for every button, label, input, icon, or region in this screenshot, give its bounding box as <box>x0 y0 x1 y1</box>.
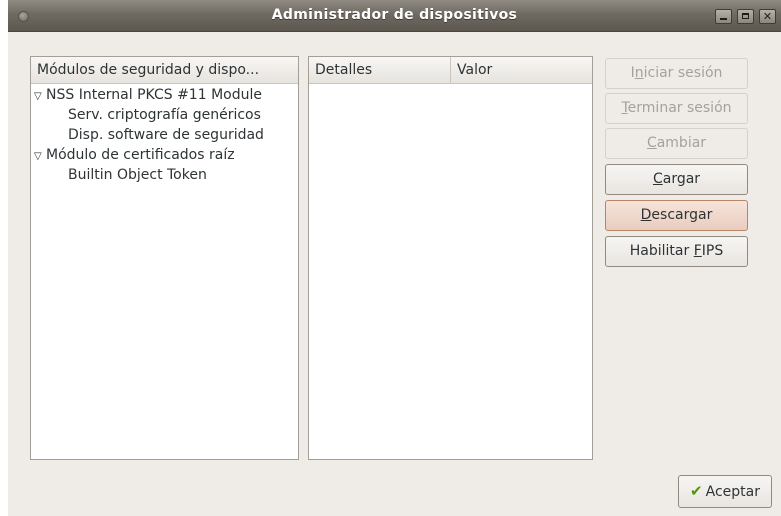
load-button[interactable]: Cargar <box>605 164 748 195</box>
load-mnemonic: C <box>652 171 663 187</box>
value-column-header[interactable]: Valor <box>451 57 592 84</box>
minimize-icon[interactable] <box>715 9 732 24</box>
device-manager-window: Administrador de dispositivos ✕ Módulos … <box>8 0 781 516</box>
tree-item-crypto-services[interactable]: Serv. criptografía genéricos <box>31 105 298 125</box>
titlebar[interactable]: Administrador de dispositivos ✕ <box>8 0 781 32</box>
fips-label-pre: Habilitar <box>629 243 694 259</box>
change-password-mnemonic: C <box>646 135 657 151</box>
tree-item-label: Módulo de certificados raíz <box>46 147 235 163</box>
maximize-icon[interactable] <box>737 9 754 24</box>
expander-open-icon[interactable]: ▽ <box>34 87 43 107</box>
login-mnemonic: n <box>634 65 644 81</box>
close-icon[interactable]: ✕ <box>759 9 776 24</box>
unload-label-post: escargar <box>651 207 713 223</box>
logout-button[interactable]: Terminar sesión <box>605 93 748 124</box>
login-label-post: iciar sesión <box>643 65 723 81</box>
window-title: Administrador de dispositivos <box>271 7 518 23</box>
logout-label-post: erminar sesión <box>627 100 732 116</box>
tree-item-root-certs[interactable]: ▽ Módulo de certificados raíz <box>31 145 298 165</box>
details-panel[interactable]: Detalles Valor <box>308 56 593 460</box>
enable-fips-button[interactable]: Habilitar FIPS <box>605 236 748 267</box>
unload-mnemonic: D <box>640 207 652 223</box>
modules-tree-panel[interactable]: Módulos de seguridad y dispo... ▽ NSS Int… <box>30 56 299 460</box>
tree-item-label: NSS Internal PKCS #11 Module <box>46 87 262 103</box>
login-button[interactable]: Iniciar sesión <box>605 58 748 89</box>
change-password-button[interactable]: Cambiar contraseña <box>605 128 748 180</box>
modules-tree[interactable]: ▽ NSS Internal PKCS #11 Module Serv. crip… <box>31 85 298 185</box>
fips-label-post: IPS <box>701 243 724 259</box>
checkmark-icon: ✔ <box>690 482 703 500</box>
accept-label: Aceptar <box>705 484 760 500</box>
tree-item-nss-internal[interactable]: ▽ NSS Internal PKCS #11 Module <box>31 85 298 105</box>
expander-open-icon[interactable]: ▽ <box>34 147 43 167</box>
accept-button[interactable]: ✔ Aceptar <box>678 475 772 508</box>
unload-button[interactable]: Descargar <box>605 200 748 231</box>
tree-item-software-security[interactable]: Disp. software de seguridad <box>31 125 298 145</box>
fips-mnemonic: F <box>693 243 702 259</box>
tree-item-builtin-token[interactable]: Builtin Object Token <box>31 165 298 185</box>
modules-column-header[interactable]: Módulos de seguridad y dispo... <box>31 57 298 84</box>
details-column-header[interactable]: Detalles <box>309 57 451 84</box>
load-label-post: argar <box>662 171 701 187</box>
